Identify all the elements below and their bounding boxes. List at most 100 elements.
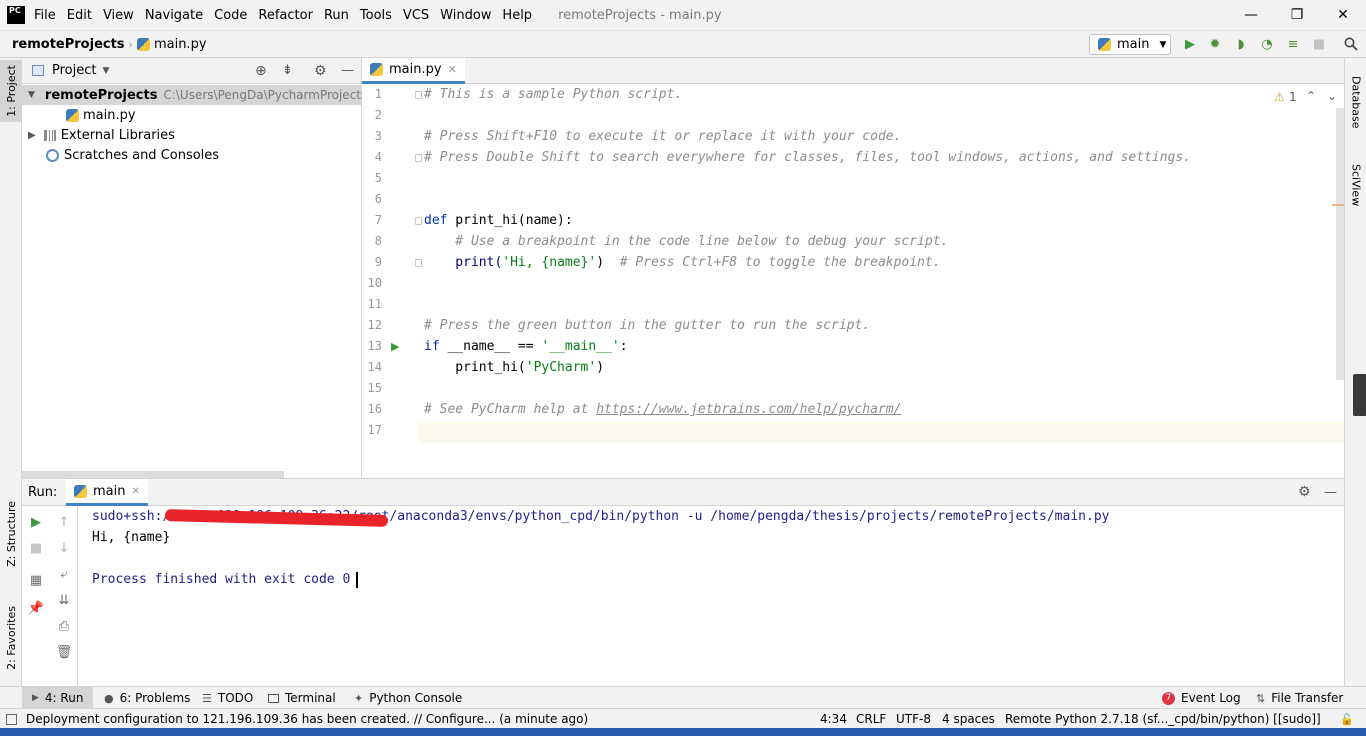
profile-icon[interactable]: ◔ (1259, 36, 1275, 52)
tab-todo-tool[interactable]: ☰ TODO (202, 687, 253, 709)
caret-position[interactable]: 4:34 (820, 709, 847, 729)
code-text: print_hi(name): (447, 213, 573, 228)
file-encoding[interactable]: UTF-8 (896, 709, 931, 729)
tree-item-external-libraries[interactable]: ▶ External Libraries (28, 125, 175, 145)
breadcrumb-project[interactable]: remoteProjects (12, 37, 125, 52)
menu-code[interactable]: Code (214, 8, 247, 23)
stop-icon[interactable]: ■ (1311, 36, 1327, 52)
line-number: 5 (374, 171, 382, 185)
menu-window[interactable]: Window (440, 8, 491, 23)
debug-icon[interactable]: ✹ (1207, 36, 1223, 52)
comment: # See PyCharm help at (424, 402, 597, 417)
tree-item-project-root[interactable]: ▼ remoteProjects C:\Users\PengDa\Pycharm… (22, 85, 367, 105)
arrow-up-icon[interactable]: ↑ (56, 514, 72, 530)
print-icon[interactable]: ⎙ (56, 618, 72, 634)
status-message[interactable]: Deployment configuration to 121.196.109.… (6, 709, 588, 729)
tab-python-console-label: Python Console (369, 691, 463, 705)
gear-icon[interactable]: ⚙ (314, 63, 327, 79)
fold-marker-icon[interactable] (415, 217, 422, 225)
tab-event-log-tool[interactable]: 7 Event Log (1162, 687, 1241, 709)
soft-wrap-icon[interactable]: ⤶ (56, 566, 72, 582)
collapse-all-icon[interactable]: ⇟ (282, 63, 293, 78)
minimize-button[interactable]: — (1228, 0, 1274, 30)
code-area[interactable]: 1 2 3 4 5 6 7 8 9 10 11 12 13 14 15 16 1… (362, 84, 1344, 478)
code-line-16: # See PyCharm help at https://www.jetbra… (424, 399, 901, 420)
file-transfer-icon: ⇅ (1256, 691, 1266, 705)
run-tab-main[interactable]: main ✕ (66, 479, 148, 506)
python-console-icon: ✦ (354, 691, 364, 705)
tree-item-label: Scratches and Consoles (64, 147, 220, 163)
fold-marker-icon[interactable] (415, 154, 422, 162)
hide-panel-icon[interactable]: — (1324, 485, 1337, 500)
gear-icon[interactable]: ⚙ (1298, 484, 1311, 500)
fold-marker-icon[interactable] (415, 259, 422, 267)
tool-windows-icon[interactable] (6, 713, 17, 725)
run-gutter-icon[interactable]: ▶ (391, 340, 399, 353)
scrollbar-thumb[interactable] (1353, 374, 1366, 416)
run-configuration-label: main (1117, 37, 1150, 52)
search-icon[interactable] (1343, 36, 1359, 52)
tree-item-scratches[interactable]: Scratches and Consoles (46, 145, 219, 165)
line-separator[interactable]: CRLF (856, 709, 886, 729)
layout-icon[interactable]: ▦ (28, 572, 44, 588)
help-link[interactable]: https://www.jetbrains.com/help/pycharm/ (596, 402, 901, 417)
tab-run-tool[interactable]: ▶ 4: Run (22, 687, 94, 709)
tab-favorites-tool[interactable]: 2: Favorites (0, 593, 22, 683)
code-text: ) (596, 360, 605, 375)
keyword: if (424, 339, 440, 354)
menu-navigate[interactable]: Navigate (145, 8, 203, 23)
trash-icon[interactable]: 🗑 (56, 644, 73, 660)
breadcrumb-file[interactable]: main.py (154, 37, 207, 52)
run-configuration-select[interactable]: main ▼ (1089, 34, 1171, 55)
pin-icon[interactable]: 📌 (28, 600, 44, 616)
bottom-tool-stripe: ▶ 4: Run ● 6: Problems ☰ TODO Terminal ✦… (0, 686, 1366, 709)
menu-vcs[interactable]: VCS (403, 8, 429, 23)
stop-icon[interactable]: ■ (28, 540, 44, 556)
tab-sciview-tool[interactable]: SciView (1345, 154, 1366, 216)
tab-terminal-tool[interactable]: Terminal (268, 687, 336, 709)
console-line: Hi, {name} (92, 530, 171, 545)
rerun-icon[interactable]: ▶ (28, 514, 44, 530)
restore-button[interactable]: ❐ (1274, 0, 1320, 30)
tab-main-py[interactable]: main.py ✕ (362, 58, 465, 84)
tree-item-main-py[interactable]: main.py (66, 105, 136, 125)
lock-icon[interactable]: 🔓 (1340, 709, 1354, 729)
indent-setting[interactable]: 4 spaces (942, 709, 995, 729)
tab-file-transfer-tool[interactable]: ⇅ File Transfer (1256, 687, 1343, 709)
coverage-icon[interactable]: ◗ (1233, 36, 1249, 52)
project-panel-title[interactable]: Project (52, 63, 96, 78)
arrow-down-icon[interactable]: ↓ (56, 540, 72, 556)
menu-file[interactable]: File (34, 8, 56, 23)
close-tab-icon[interactable]: ✕ (448, 63, 457, 76)
hide-panel-icon[interactable]: — (341, 63, 354, 78)
fold-marker-icon[interactable] (415, 91, 422, 99)
status-bar: Deployment configuration to 121.196.109.… (0, 708, 1366, 728)
run-button[interactable]: ▶ (1182, 36, 1198, 52)
tab-python-console-tool[interactable]: ✦ Python Console (354, 687, 462, 709)
chevron-down-icon[interactable]: ▼ (102, 66, 109, 76)
tab-project-tool[interactable]: 1: Project (0, 60, 22, 122)
menu-refactor[interactable]: Refactor (258, 8, 313, 23)
menu-run[interactable]: Run (324, 8, 349, 23)
python-interpreter[interactable]: Remote Python 2.7.18 (sf..._cpd/bin/pyth… (1005, 709, 1335, 729)
locate-icon[interactable]: ⊕ (255, 63, 267, 79)
menu-tools[interactable]: Tools (360, 8, 392, 23)
tab-database-tool[interactable]: Database (1345, 66, 1366, 138)
tab-problems-tool[interactable]: ● 6: Problems (104, 687, 190, 709)
scroll-to-end-icon[interactable]: ⇊ (56, 592, 72, 608)
sciview-tool-label: SciView (1349, 163, 1363, 207)
horizontal-scrollbar[interactable] (22, 471, 284, 478)
menu-view[interactable]: View (103, 8, 134, 23)
line-number: 10 (367, 276, 382, 290)
close-window-button[interactable]: ✕ (1320, 0, 1366, 30)
menu-help[interactable]: Help (502, 8, 532, 23)
tab-structure-tool[interactable]: Z: Structure (0, 493, 22, 575)
line-number: 8 (374, 234, 382, 248)
menu-edit[interactable]: Edit (67, 8, 92, 23)
run-concurrency-icon[interactable]: ≡ (1285, 36, 1301, 52)
window-title: remoteProjects - main.py (558, 7, 722, 23)
tree-item-label: main.py (83, 107, 136, 123)
line-number: 4 (374, 150, 382, 164)
structure-tool-label: Z: Structure (4, 501, 18, 567)
close-tab-icon[interactable]: ✕ (131, 486, 139, 497)
